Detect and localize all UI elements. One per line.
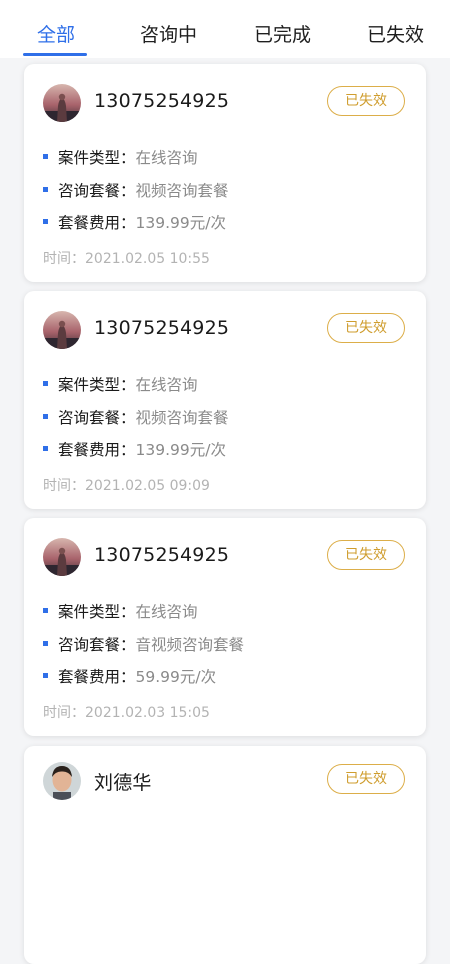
- tab-all[interactable]: 全部: [37, 20, 75, 50]
- bullet-icon: [43, 641, 48, 646]
- field-label: 案件类型：: [58, 603, 136, 621]
- order-card[interactable]: 13075254925 已失效 案件类型：在线咨询 咨询套餐：视频咨询套餐 套餐…: [24, 64, 426, 282]
- fee-row: 套餐费用：139.99元/次: [43, 211, 226, 233]
- fee-row: 套餐费用：59.99元/次: [43, 665, 216, 687]
- order-time: 时间：2021.02.05 10:55: [43, 251, 210, 267]
- field-value: 在线咨询: [135, 149, 198, 167]
- order-time: 时间：2021.02.03 15:05: [43, 705, 210, 721]
- status-badge: 已失效: [327, 540, 405, 570]
- field-value: 139.99元/次: [135, 214, 226, 232]
- field-value: 音视频咨询套餐: [135, 636, 245, 654]
- customer-name: 13075254925: [94, 317, 230, 339]
- bullet-icon: [43, 154, 48, 159]
- tab-expired[interactable]: 已失效: [367, 20, 424, 50]
- field-label: 案件类型：: [58, 376, 136, 394]
- customer-name: 刘德华: [94, 772, 152, 794]
- bullet-icon: [43, 414, 48, 419]
- order-card[interactable]: 刘德华 已失效: [24, 746, 426, 964]
- package-row: 咨询套餐：视频咨询套餐: [43, 179, 229, 201]
- field-label: 案件类型：: [58, 149, 136, 167]
- field-value: 在线咨询: [135, 603, 198, 621]
- field-value: 视频咨询套餐: [135, 182, 229, 200]
- bullet-icon: [43, 446, 48, 451]
- field-label: 套餐费用：: [58, 668, 136, 686]
- case-type-row: 案件类型：在线咨询: [43, 146, 198, 168]
- avatar: [43, 84, 81, 122]
- tab-consulting[interactable]: 咨询中: [140, 20, 197, 50]
- order-time: 时间：2021.02.05 09:09: [43, 478, 210, 494]
- bullet-icon: [43, 219, 48, 224]
- customer-name: 13075254925: [94, 90, 230, 112]
- avatar: [43, 311, 81, 349]
- package-row: 咨询套餐：视频咨询套餐: [43, 406, 229, 428]
- bullet-icon: [43, 673, 48, 678]
- field-value: 59.99元/次: [135, 668, 217, 686]
- field-value: 视频咨询套餐: [135, 409, 229, 427]
- field-label: 套餐费用：: [58, 441, 136, 459]
- active-tab-indicator: [23, 53, 87, 56]
- order-card[interactable]: 13075254925 已失效 案件类型：在线咨询 咨询套餐：视频咨询套餐 套餐…: [24, 291, 426, 509]
- order-card[interactable]: 13075254925 已失效 案件类型：在线咨询 咨询套餐：音视频咨询套餐 套…: [24, 518, 426, 736]
- field-value: 在线咨询: [135, 376, 198, 394]
- case-type-row: 案件类型：在线咨询: [43, 600, 198, 622]
- avatar: [43, 538, 81, 576]
- status-badge: 已失效: [327, 764, 405, 794]
- field-value: 139.99元/次: [135, 441, 226, 459]
- bullet-icon: [43, 187, 48, 192]
- bullet-icon: [43, 608, 48, 613]
- field-label: 咨询套餐：: [58, 182, 136, 200]
- field-label: 咨询套餐：: [58, 636, 136, 654]
- status-badge: 已失效: [327, 313, 405, 343]
- tab-completed[interactable]: 已完成: [254, 20, 311, 50]
- bullet-icon: [43, 381, 48, 386]
- case-type-row: 案件类型：在线咨询: [43, 373, 198, 395]
- status-badge: 已失效: [327, 86, 405, 116]
- package-row: 咨询套餐：音视频咨询套餐: [43, 633, 244, 655]
- avatar: [43, 762, 81, 800]
- fee-row: 套餐费用：139.99元/次: [43, 438, 226, 460]
- field-label: 咨询套餐：: [58, 409, 136, 427]
- status-tabs: 全部 咨询中 已完成 已失效: [0, 0, 450, 58]
- field-label: 套餐费用：: [58, 214, 136, 232]
- customer-name: 13075254925: [94, 544, 230, 566]
